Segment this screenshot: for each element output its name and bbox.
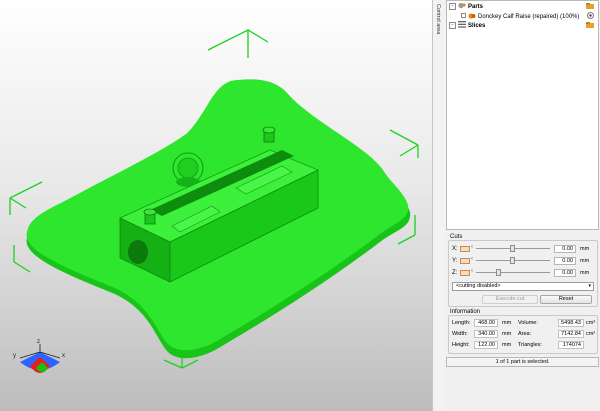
execute-cut-button[interactable]: Execute cut — [482, 295, 538, 304]
control-area-label: Control area — [435, 4, 441, 35]
right-panel: − Parts Donckey Calf Raise (repaired) (1… — [446, 0, 600, 411]
slider-thumb[interactable] — [510, 245, 515, 252]
folder-icon[interactable] — [586, 21, 594, 30]
reset-button[interactable]: Reset — [540, 295, 592, 304]
info-row-3: Height: 122.00 mm Triangles: 174074 — [446, 341, 600, 350]
part-icon — [468, 12, 476, 21]
cut-color-swatch[interactable] — [460, 245, 470, 252]
area-unit: cm² — [586, 331, 596, 337]
axis-x-label: x — [62, 353, 65, 359]
slider-thumb[interactable] — [510, 257, 515, 264]
slider-left-arrow-icon[interactable]: ‹ — [471, 244, 473, 250]
height-unit: mm — [502, 342, 512, 348]
axis-z-label: z — [37, 339, 40, 345]
slider-left-arrow-icon[interactable]: ‹ — [471, 256, 473, 262]
cut-color-swatch[interactable] — [460, 269, 470, 276]
selection-status: 1 of 1 part is selected. — [446, 357, 599, 367]
cut-axis-label: Z: — [452, 269, 458, 276]
model-render: z y x — [9, 28, 419, 373]
slider-thumb[interactable] — [496, 269, 501, 276]
3d-viewport[interactable]: z y x — [0, 0, 432, 411]
cut-z-value[interactable]: 0.00 — [554, 268, 576, 277]
width-unit: mm — [502, 331, 512, 337]
part-name: Donckey Calf Raise (repaired) (100%) — [478, 13, 580, 20]
cut-row-y: Y: ‹ 0.00 mm — [452, 256, 589, 265]
object-tree[interactable]: − Parts Donckey Calf Raise (repaired) (1… — [446, 0, 599, 230]
cut-row-x: X: ‹ 0.00 mm — [452, 244, 589, 253]
cut-unit: mm — [580, 269, 590, 276]
slider-left-arrow-icon[interactable]: ‹ — [471, 268, 473, 274]
eye-icon[interactable] — [587, 12, 594, 21]
axis-gizmo: z y x — [13, 339, 65, 373]
length-value: 468.00 — [474, 319, 498, 327]
area-value: 7142.84 — [558, 330, 584, 338]
cut-axis-label: Y: — [452, 257, 458, 264]
volume-unit: cm³ — [586, 320, 596, 326]
axis-y-label: y — [13, 353, 16, 359]
tree-slices-row[interactable]: − Slices — [449, 21, 597, 30]
height-value: 122.00 — [474, 341, 498, 349]
tree-part-row[interactable]: Donckey Calf Raise (repaired) (100%) — [461, 12, 597, 21]
cut-color-swatch[interactable] — [460, 257, 470, 264]
model-knob — [172, 152, 204, 187]
info-row-2: Width: 340.00 mm Area: 7142.84 cm² — [446, 330, 600, 339]
folder-icon[interactable] — [586, 2, 594, 11]
slices-icon — [458, 21, 466, 30]
cut-y-slider[interactable]: ‹ — [471, 256, 550, 264]
cut-unit: mm — [580, 257, 590, 264]
checkbox-icon[interactable] — [461, 13, 466, 20]
cut-y-value[interactable]: 0.00 — [554, 256, 576, 265]
length-label: Length: — [452, 320, 471, 326]
collapse-toggle[interactable]: − — [449, 22, 456, 29]
area-label: Area: — [518, 331, 532, 337]
cut-mode-select[interactable]: <cutting disabled> ▾ — [452, 282, 594, 291]
volume-label: Volume: — [518, 320, 538, 326]
width-label: Width: — [452, 331, 468, 337]
cut-x-slider[interactable]: ‹ — [471, 244, 550, 252]
slices-label: Slices — [468, 22, 486, 29]
cut-row-z: Z: ‹ 0.00 mm — [452, 268, 589, 277]
cut-x-value[interactable]: 0.00 — [554, 244, 576, 253]
length-unit: mm — [502, 320, 512, 326]
tree-parts-row[interactable]: − Parts — [449, 2, 597, 11]
triangles-label: Triangles: — [518, 342, 542, 348]
cut-mode-value: <cutting disabled> — [456, 283, 501, 289]
gear-icon — [458, 2, 466, 11]
cut-z-slider[interactable]: ‹ — [471, 268, 550, 276]
volume-value: 5498.43 — [558, 319, 584, 327]
info-row-1: Length: 468.00 mm Volume: 5498.43 cm³ — [446, 319, 600, 328]
parts-label: Parts — [468, 3, 484, 10]
width-value: 340.00 — [474, 330, 498, 338]
cut-axis-label: X: — [452, 245, 458, 252]
chevron-down-icon: ▾ — [588, 283, 591, 289]
collapse-toggle[interactable]: − — [449, 3, 456, 10]
cut-unit: mm — [580, 245, 590, 252]
height-label: Height: — [452, 342, 470, 348]
control-area-tab[interactable]: Control area — [432, 0, 447, 411]
triangles-value: 174074 — [558, 341, 584, 349]
